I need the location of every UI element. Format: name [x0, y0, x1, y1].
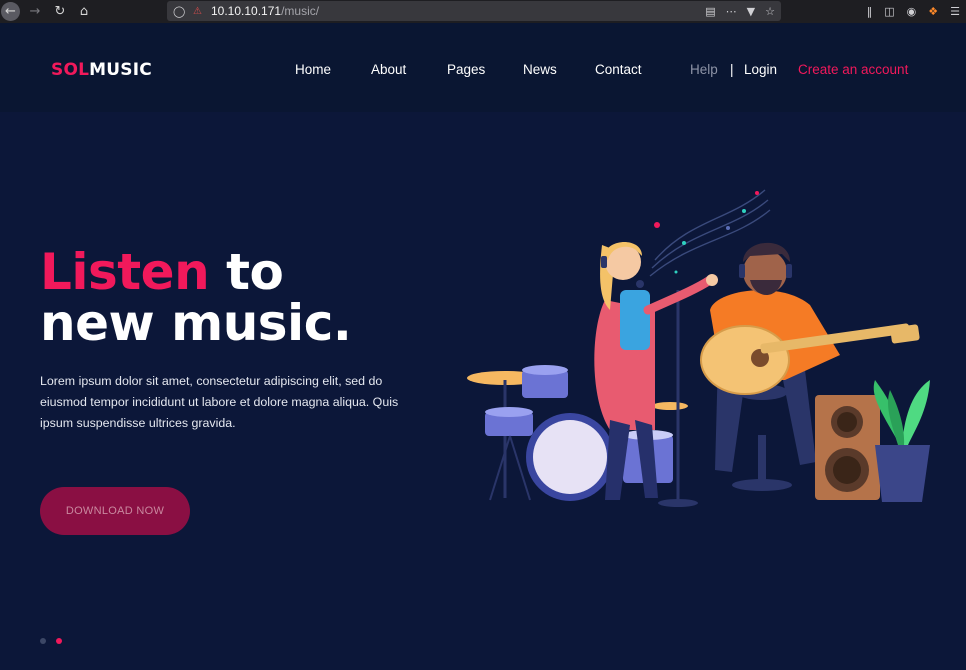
nav-home[interactable]: Home [295, 62, 331, 77]
home-icon[interactable]: ⌂ [73, 1, 95, 23]
back-icon[interactable]: ← [1, 2, 20, 21]
library-icon[interactable]: ‖ [867, 5, 873, 18]
band-illustration [467, 189, 930, 507]
download-now-button[interactable]: DOWNLOAD NOW [40, 487, 190, 535]
hero-title-line2: new music. [40, 294, 352, 352]
sidebar-icon[interactable]: ◫ [884, 5, 894, 18]
nav-pages[interactable]: Pages [447, 62, 485, 77]
nav-about[interactable]: About [371, 62, 406, 77]
nav-separator: | [730, 62, 734, 77]
url-text[interactable]: 10.10.10.171/music/ [211, 4, 319, 18]
login-link[interactable]: Login [744, 62, 777, 77]
hero-title-accent: Listen [40, 243, 210, 301]
shield-icon[interactable]: ◯ [173, 5, 187, 18]
logo[interactable]: SOLMUSIC [51, 60, 152, 80]
url-path: /music/ [281, 4, 320, 18]
plant-icon [873, 380, 930, 502]
speaker-icon [815, 395, 880, 500]
reader-view-icon[interactable]: ▤ [705, 5, 715, 18]
nav-news[interactable]: News [523, 62, 557, 77]
logo-part-sol: SOL [51, 60, 90, 80]
forward-icon[interactable]: → [24, 1, 46, 23]
more-icon[interactable]: ⋯ [726, 5, 737, 18]
hero-title: Listen to new music. [40, 247, 352, 352]
nav-contact[interactable]: Contact [595, 62, 642, 77]
insecure-lock-icon[interactable]: ⚠ [193, 6, 207, 17]
account-icon[interactable]: ◉ [907, 5, 917, 18]
reload-icon[interactable]: ↻ [49, 1, 71, 23]
browser-toolbar: ← → ↻ ⌂ ◯ ⚠ 10.10.10.171/music/ ▤ ⋯ ▼ ☆ … [0, 0, 966, 23]
bookmark-star-icon[interactable]: ☆ [765, 5, 775, 18]
extension-icon[interactable]: ❖ [928, 5, 938, 18]
site-header: SOLMUSIC Home About Pages News Contact H… [0, 23, 966, 112]
slider-dot-2[interactable] [56, 638, 62, 644]
menu-icon[interactable]: ☰ [950, 5, 960, 18]
url-bar[interactable]: ◯ ⚠ 10.10.10.171/music/ ▤ ⋯ ▼ ☆ [167, 1, 781, 21]
slider-dots [40, 638, 62, 644]
url-host: 10.10.10.171 [211, 4, 282, 18]
hero-title-rest: to [209, 243, 284, 301]
help-link[interactable]: Help [690, 62, 718, 77]
slider-dot-1[interactable] [40, 638, 46, 644]
logo-part-music: MUSIC [89, 60, 152, 80]
hero-description: Lorem ipsum dolor sit amet, consectetur … [40, 374, 399, 430]
create-account-link[interactable]: Create an account [798, 62, 908, 77]
pocket-icon[interactable]: ▼ [747, 5, 755, 18]
